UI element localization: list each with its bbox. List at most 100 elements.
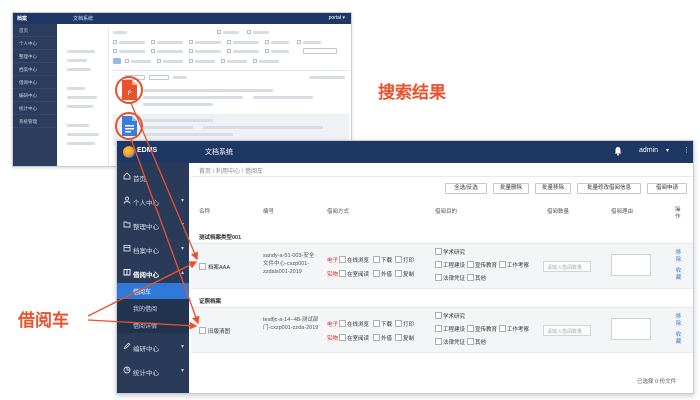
select-all-button[interactable]: 全选/反选 (445, 183, 487, 194)
method-checkbox[interactable] (339, 320, 346, 327)
purpose-label: 其他 (475, 340, 487, 346)
method-checkbox[interactable] (339, 256, 346, 263)
purpose-checkbox[interactable] (435, 274, 442, 281)
method-checkbox[interactable] (373, 256, 380, 263)
sidebar-item-stats[interactable]: 统计中心 ▾ (117, 361, 189, 381)
chevron-down-icon: ▾ (180, 368, 184, 374)
borrow-cart-annotation: 借阅车 (18, 311, 69, 331)
edit-icon (123, 342, 131, 350)
more-icon[interactable]: ⋮ (683, 146, 690, 154)
quantity-input[interactable]: 请输入借阅数量 (543, 325, 591, 336)
borrow-cart-window: EDMS 文档系统 admin ▾ ⋮ 首页 个人中心 ▾ 整理中心 ▾ 档案中… (116, 140, 694, 394)
method-physical-label: 实物 (327, 336, 339, 342)
purpose-checkbox[interactable] (499, 325, 506, 332)
favorite-link[interactable]: 收藏 (675, 332, 682, 346)
group-title: 测试档案类型001 (199, 235, 242, 241)
purpose-checkbox[interactable] (467, 261, 474, 268)
method-option-label: 下载 (381, 322, 393, 328)
method-checkbox[interactable] (395, 256, 402, 263)
purpose-label: 宣传教育 (475, 263, 498, 269)
sidebar-item-label: 档案中心 (133, 248, 159, 255)
reason-textarea[interactable] (611, 318, 651, 340)
batch-delete-button[interactable]: 批量删除 (493, 183, 529, 194)
row-checkbox[interactable] (199, 327, 206, 334)
purpose-checkbox[interactable] (435, 325, 442, 332)
sidebar-item-borrow[interactable]: 借阅中心 ▴ (117, 263, 189, 283)
back-nav-item[interactable]: 个人中心 (13, 37, 57, 50)
user-menu[interactable]: admin (639, 147, 658, 154)
column-header-code: 编号 (263, 209, 275, 215)
method-checkbox[interactable] (373, 320, 380, 327)
svg-text:P: P (128, 90, 132, 97)
method-checkbox[interactable] (395, 334, 402, 341)
method-option-label: 在线浏览 (347, 258, 370, 264)
method-checkbox[interactable] (395, 270, 402, 277)
back-nav-item[interactable]: 借阅中心 (13, 76, 57, 89)
method-checkbox[interactable] (339, 334, 346, 341)
sidebar-item-label: 个人中心 (133, 200, 159, 207)
sidebar-item-personal[interactable]: 个人中心 ▾ (117, 191, 189, 211)
sidebar-item-label: 首页 (133, 176, 146, 183)
back-topbar: 档案 文档系统 portal ▾ (13, 13, 351, 24)
column-header-action: 操作 (675, 207, 681, 220)
sidebar-item-label: 借阅中心 (133, 272, 159, 279)
method-checkbox[interactable] (373, 270, 380, 277)
submenu-item-my-borrow[interactable]: 我的借阅 (117, 300, 189, 316)
batch-edit-button[interactable]: 批量修改借阅信息 (577, 183, 641, 194)
purpose-label: 学术研究 (443, 250, 466, 256)
chevron-down-icon: ▾ (180, 246, 184, 252)
column-header-quantity: 借阅数量 (547, 209, 570, 215)
submenu-item-borrow-cart[interactable]: 借阅车 (117, 283, 189, 299)
back-nav-item[interactable]: 统计中心 (13, 102, 57, 115)
sidebar-item-label: 编研中心 (133, 346, 159, 353)
back-nav-item[interactable]: 首页 (13, 24, 57, 37)
method-checkbox[interactable] (339, 270, 346, 277)
back-nav-item[interactable]: 档案中心 (13, 63, 57, 76)
purpose-label: 工作考察 (507, 327, 530, 333)
borrow-icon (123, 269, 131, 276)
purpose-checkbox[interactable] (467, 338, 474, 345)
remove-link[interactable]: 移除 (675, 314, 682, 328)
method-checkbox[interactable] (395, 320, 402, 327)
pdf-file-icon[interactable]: P (118, 78, 140, 102)
table-row: 档案AAA sandy-a-51-003-安全文件中心-cxzp001-zzda… (191, 243, 693, 289)
method-checkbox[interactable] (373, 334, 380, 341)
sidebar-item-organize[interactable]: 整理中心 ▾ (117, 215, 189, 235)
sidebar-item-archive[interactable]: 档案中心 ▾ (117, 239, 189, 259)
back-filter-panel (59, 27, 109, 166)
favorite-link[interactable]: 收藏 (675, 268, 682, 282)
bell-icon[interactable] (613, 146, 623, 156)
back-result-row[interactable] (113, 85, 349, 115)
row-checkbox[interactable] (199, 263, 206, 270)
purpose-checkbox[interactable] (467, 325, 474, 332)
sidebar-item-home[interactable]: 首页 (117, 167, 189, 187)
back-nav-item[interactable]: 编研中心 (13, 89, 57, 102)
purpose-checkbox[interactable] (435, 312, 442, 319)
reason-textarea[interactable] (611, 254, 651, 276)
quantity-input[interactable]: 请输入借阅数量 (543, 261, 591, 272)
sidebar-item-compile[interactable]: 编研中心 ▾ (117, 337, 189, 357)
purpose-checkbox[interactable] (499, 261, 506, 268)
purpose-label: 法律凭证 (443, 276, 466, 282)
doc-file-icon[interactable] (118, 114, 140, 138)
purpose-checkbox[interactable] (435, 261, 442, 268)
borrow-apply-button[interactable]: 借阅申请 (647, 183, 687, 194)
method-option-label: 在室阅读 (347, 272, 370, 278)
topbar: EDMS 文档系统 admin ▾ ⋮ (117, 141, 693, 163)
logo-icon (123, 146, 135, 158)
back-nav-item[interactable]: 系统管理 (13, 115, 57, 128)
back-nav-item[interactable]: 整理中心 (13, 50, 57, 63)
purpose-checkbox[interactable] (467, 274, 474, 281)
method-option-label: 外借 (381, 336, 393, 342)
divider (191, 176, 693, 177)
item-code: testfjc-a-14--48-测试部门-cxzp001-zzda-2019 (263, 317, 319, 331)
batch-remove-button[interactable]: 批量移除 (535, 183, 571, 194)
submenu-item-borrow-detail[interactable]: 借阅详情 (117, 317, 189, 333)
breadcrumb: 首页 / 利用中心 / 借阅车 (199, 169, 264, 175)
chevron-down-icon[interactable]: ▾ (666, 147, 669, 154)
back-user-menu[interactable]: portal ▾ (329, 15, 345, 21)
purpose-checkbox[interactable] (435, 338, 442, 345)
remove-link[interactable]: 移除 (675, 250, 682, 264)
column-header-name: 名称 (199, 209, 211, 215)
purpose-checkbox[interactable] (435, 248, 442, 255)
